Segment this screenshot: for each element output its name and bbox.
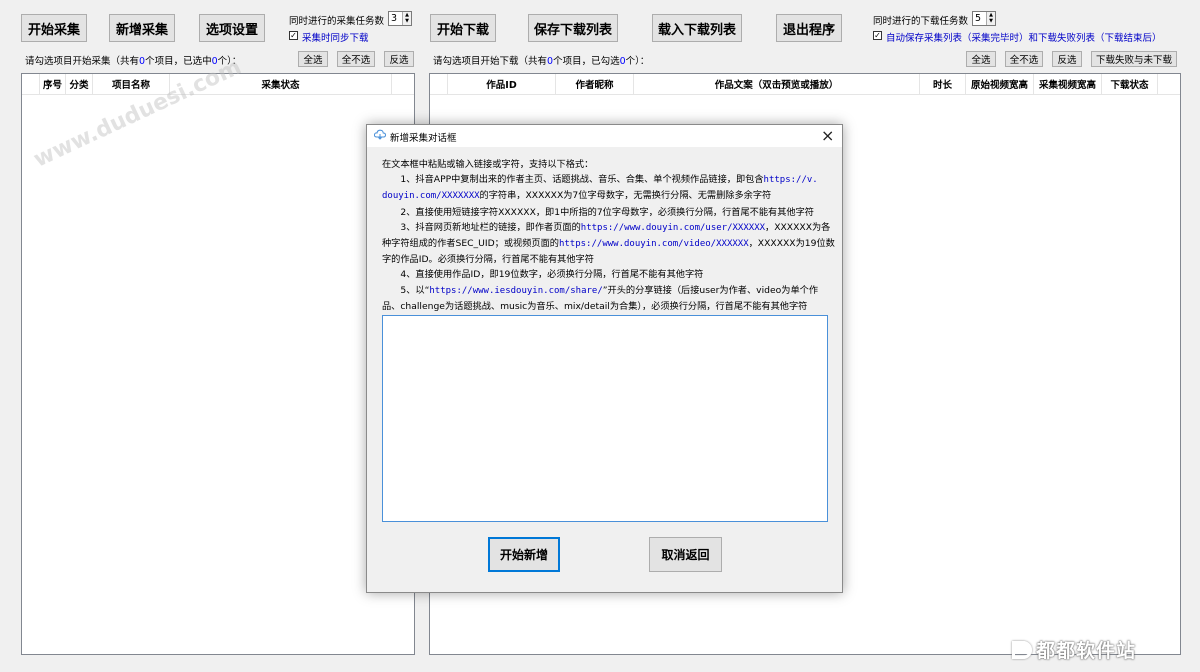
brand-d-icon: [1012, 640, 1032, 659]
cloud-icon: [373, 129, 387, 140]
collect-select-all-button[interactable]: 全选: [298, 51, 328, 67]
download-hint: 请勾选项目开始下载（共有0个项目，已勾选0个）：: [433, 56, 650, 67]
start-collect-button[interactable]: 开始采集: [21, 14, 87, 42]
collect-col-category[interactable]: 分类: [66, 74, 93, 94]
collect-check-column[interactable]: [22, 74, 40, 94]
autosave-checkbox[interactable]: ✓: [873, 31, 882, 40]
add-collect-button[interactable]: 新增采集: [109, 14, 175, 42]
links-textarea[interactable]: [382, 315, 828, 522]
download-tasks-label: 同时进行的下载任务数: [873, 16, 969, 27]
options-button[interactable]: 选项设置: [199, 14, 265, 42]
add-collect-dialog: 新增采集对话框 × 在文本框中粘贴或输入链接或字符，支持以下格式： 1、抖音AP…: [366, 124, 843, 593]
download-col-collect-size[interactable]: 采集视频宽高: [1034, 74, 1102, 94]
download-col-caption[interactable]: 作品文案（双击预览或播放）: [634, 74, 920, 94]
download-tasks-value: 5: [975, 13, 982, 24]
download-col-orig-size[interactable]: 原始视频宽高: [966, 74, 1034, 94]
collect-hint: 请勾选项目开始采集（共有0个项目，已选中0个）：: [25, 56, 242, 67]
brand-mark: 都都软件站: [1012, 636, 1136, 663]
spinner-arrows-icon[interactable]: ▲ ▼: [402, 12, 411, 25]
collect-tasks-spinner[interactable]: 3 ▲ ▼: [388, 11, 412, 26]
collect-tasks-value: 3: [391, 13, 398, 24]
save-download-list-button[interactable]: 保存下载列表: [528, 14, 618, 42]
dialog-instructions: 在文本框中粘贴或输入链接或字符，支持以下格式： 1、抖音APP中复制出来的作者主…: [382, 159, 835, 312]
download-col-author[interactable]: 作者昵称: [556, 74, 634, 94]
collect-tasks-label: 同时进行的采集任务数: [289, 16, 385, 27]
download-invert-button[interactable]: 反选: [1052, 51, 1082, 67]
collect-list[interactable]: 序号 分类 项目名称 采集状态: [21, 73, 415, 655]
dialog-title: 新增采集对话框: [390, 133, 457, 144]
cancel-button[interactable]: 取消返回: [649, 537, 722, 572]
sync-download-checkbox[interactable]: ✓: [289, 31, 298, 40]
download-col-duration[interactable]: 时长: [920, 74, 966, 94]
collect-invert-button[interactable]: 反选: [384, 51, 414, 67]
download-check-column[interactable]: [430, 74, 448, 94]
autosave-label: 自动保存采集列表（采集完毕时）和下载失败列表（下载结束后）: [886, 33, 1162, 44]
load-download-list-button[interactable]: 载入下载列表: [652, 14, 742, 42]
sync-download-label: 采集时同步下载: [302, 33, 369, 44]
download-col-status[interactable]: 下载状态: [1102, 74, 1158, 94]
spinner-arrows-icon[interactable]: ▲ ▼: [986, 12, 995, 25]
collect-select-none-button[interactable]: 全不选: [337, 51, 375, 67]
confirm-add-button[interactable]: 开始新增: [488, 537, 560, 572]
brand-mark-text: 都都软件站: [1036, 640, 1137, 662]
dialog-titlebar[interactable]: 新增采集对话框 ×: [367, 125, 842, 147]
download-select-none-button[interactable]: 全不选: [1005, 51, 1043, 67]
download-tasks-spinner[interactable]: 5 ▲ ▼: [972, 11, 996, 26]
start-download-button[interactable]: 开始下载: [430, 14, 496, 42]
download-failed-button[interactable]: 下载失败与未下载: [1091, 51, 1177, 67]
close-icon[interactable]: ×: [821, 126, 834, 145]
download-col-id[interactable]: 作品ID: [448, 74, 556, 94]
collect-col-index[interactable]: 序号: [40, 74, 66, 94]
exit-button[interactable]: 退出程序: [776, 14, 842, 42]
download-select-all-button[interactable]: 全选: [966, 51, 996, 67]
download-list-header: 作品ID 作者昵称 作品文案（双击预览或播放） 时长 原始视频宽高 采集视频宽高…: [430, 74, 1180, 95]
